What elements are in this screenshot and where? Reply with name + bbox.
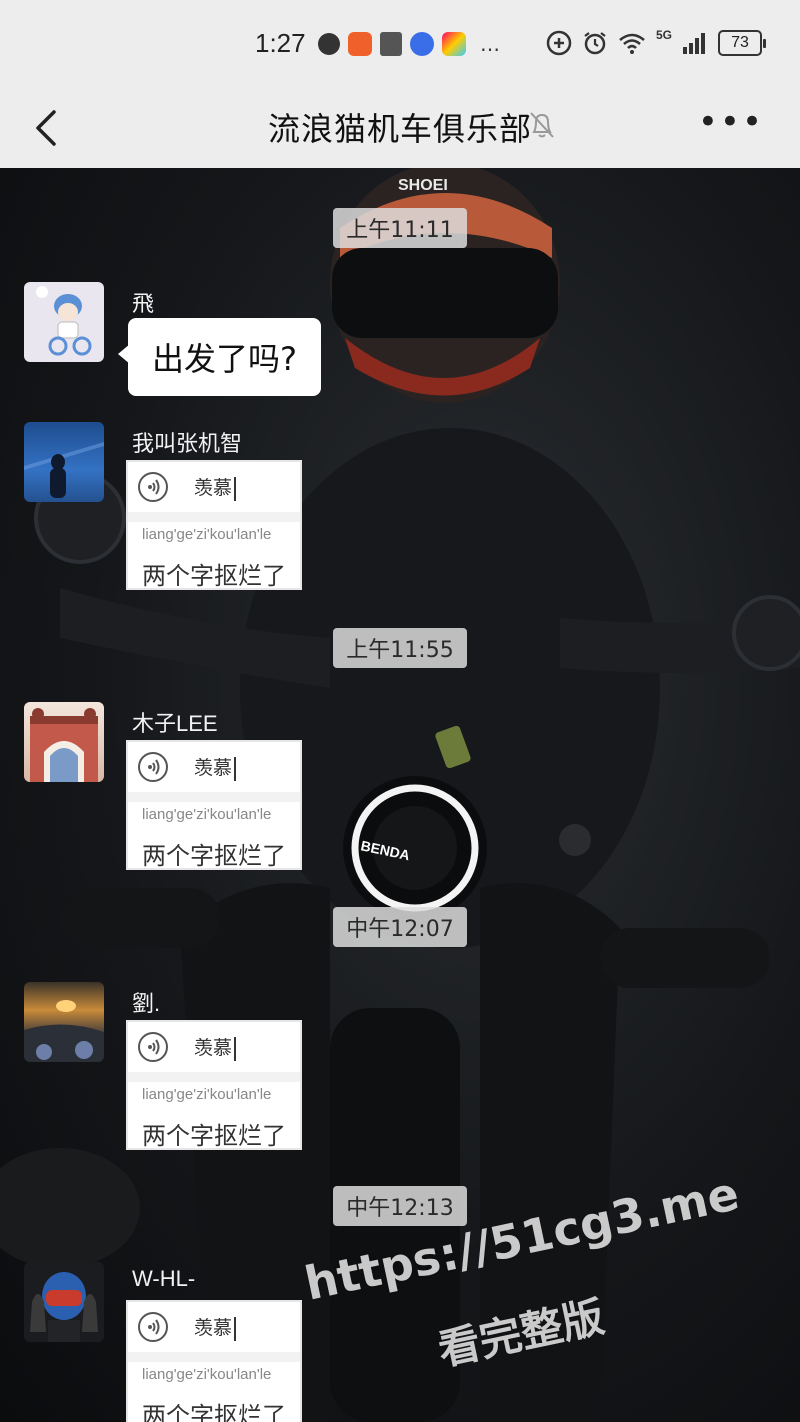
ime-pinyin: liang'ge'zi'kou'lan'le [142, 1086, 272, 1103]
image-message[interactable]: 羡慕 liang'ge'zi'kou'lan'le 两个字抠烂了 [126, 740, 302, 870]
image-message[interactable]: 羡慕 liang'ge'zi'kou'lan'le 两个字抠烂了 [126, 460, 302, 590]
avatar[interactable] [24, 1262, 104, 1342]
notification-icons: … [318, 32, 500, 56]
ime-typed-word: 羡慕 [194, 473, 237, 501]
sender-name: 劉. [132, 991, 161, 1016]
avatar[interactable] [24, 702, 104, 782]
ime-input-row: 羡慕 [128, 1022, 300, 1072]
nfc-icon [546, 30, 572, 56]
avatar[interactable] [24, 982, 104, 1062]
sender-name: 飛 [132, 291, 155, 316]
timestamp: 中午12:13 [333, 1186, 467, 1226]
avatar[interactable] [24, 422, 104, 502]
more-notifications-icon: … [480, 32, 500, 56]
battery-level: 73 [731, 34, 749, 51]
sender-name: 我叫张机智 [132, 431, 243, 456]
chat-header: 流浪猫机车俱乐部 ••• [0, 88, 800, 168]
browser-notification-icon [410, 32, 434, 56]
ime-pinyin: liang'ge'zi'kou'lan'le [142, 1366, 272, 1383]
avatar[interactable] [24, 282, 104, 362]
app-tile-icon [442, 32, 466, 56]
ime-candidate: 两个字抠烂了 [142, 1402, 286, 1422]
chat-title: 流浪猫机车俱乐部 [267, 110, 532, 148]
ime-typed-word: 羡慕 [194, 753, 237, 781]
image-message[interactable]: 羡慕 liang'ge'zi'kou'lan'le 两个字抠烂了 [126, 1020, 302, 1150]
voice-input-icon [138, 472, 168, 502]
ime-candidate: 两个字抠烂了 [142, 842, 286, 870]
battery-indicator: 73 [718, 30, 766, 56]
ime-candidate: 两个字抠烂了 [142, 562, 286, 590]
voice-input-icon [138, 1312, 168, 1342]
globe-icon [318, 33, 340, 55]
text-message-bubble[interactable]: 出发了吗? [118, 318, 321, 396]
alarm-icon [584, 32, 606, 55]
gift-icon [380, 32, 402, 56]
ime-typed-word: 羡慕 [194, 1033, 237, 1061]
ime-pinyin: liang'ge'zi'kou'lan'le [142, 526, 272, 543]
sender-name: W-HL- [132, 1266, 196, 1291]
status-time: 1:27 [255, 28, 306, 58]
ime-input-row: 羡慕 [128, 742, 300, 792]
timestamp: 中午12:07 [333, 907, 467, 947]
mute-bell-icon [530, 112, 554, 138]
voice-input-icon [138, 752, 168, 782]
ime-pinyin: liang'ge'zi'kou'lan'le [142, 806, 272, 823]
ime-typed-word: 羡慕 [194, 1313, 237, 1341]
ime-input-row: 羡慕 [128, 1302, 300, 1352]
timestamp: 上午11:11 [333, 208, 467, 248]
divider [128, 1072, 300, 1082]
network-type-label: 5G [655, 28, 672, 42]
more-options-button[interactable]: ••• [698, 102, 764, 142]
app-notification-icon [348, 32, 372, 56]
wifi-icon [619, 33, 645, 54]
message-list[interactable]: 上午11:11 飛 出发了吗? 我叫张机智 羡慕 liang'ge'zi'kou… [0, 168, 800, 1422]
system-icons: 5G 73 [546, 28, 766, 56]
ime-input-row: 羡慕 [128, 462, 300, 512]
divider [128, 1352, 300, 1362]
voice-input-icon [138, 1032, 168, 1062]
sender-name: 木子LEE [132, 711, 218, 736]
image-message[interactable]: 羡慕 liang'ge'zi'kou'lan'le 两个字抠烂了 [126, 1300, 302, 1422]
status-bar: 1:27 … 5G 73 [0, 0, 800, 88]
divider [128, 792, 300, 802]
timestamp: 上午11:55 [333, 628, 467, 668]
ime-candidate: 两个字抠烂了 [142, 1122, 286, 1150]
signal-icon [683, 33, 705, 54]
divider [128, 512, 300, 522]
